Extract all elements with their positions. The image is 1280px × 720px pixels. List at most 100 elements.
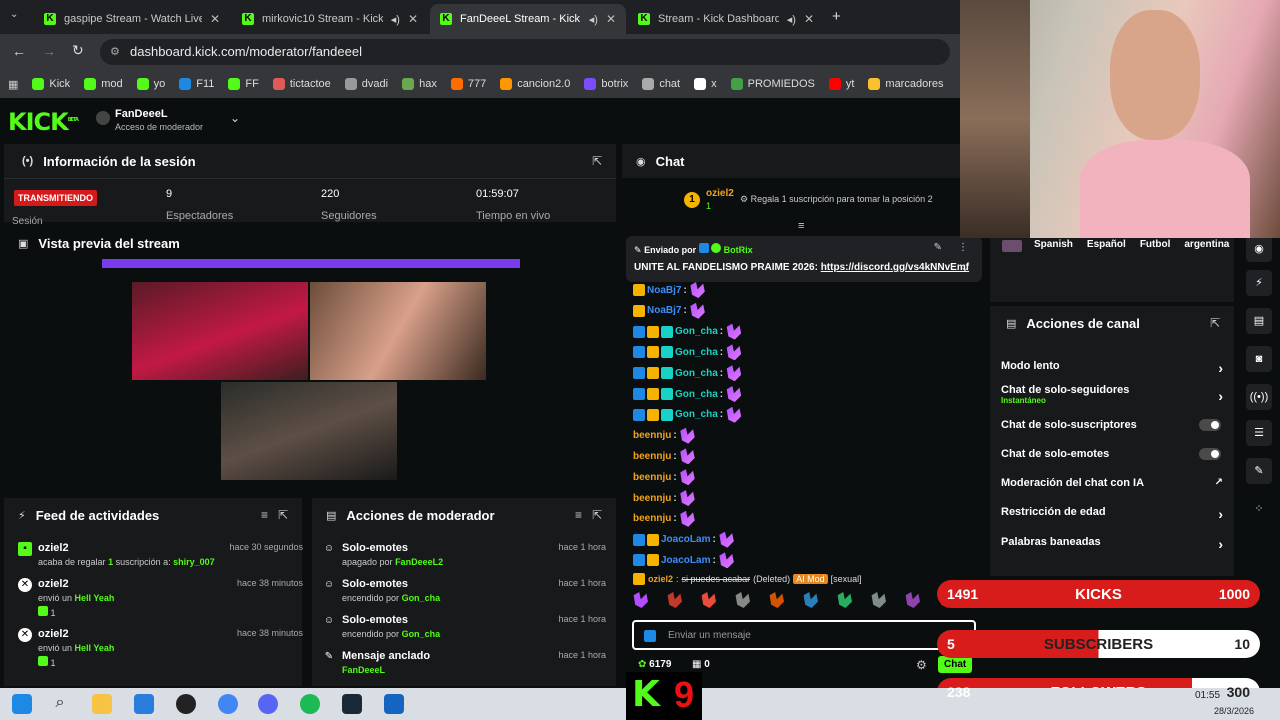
apps-icon[interactable]: ▦	[8, 78, 18, 91]
search-icon[interactable]: ⌕	[50, 694, 70, 714]
spotify-icon[interactable]	[300, 694, 320, 714]
chat-username[interactable]: beennju	[633, 430, 671, 441]
bookmark-item[interactable]: dvadi	[344, 78, 388, 90]
bookmark-item[interactable]: marcadores	[868, 78, 943, 90]
sidebar-layout-icon[interactable]: ☰	[1246, 420, 1272, 446]
chat-username[interactable]: beennju	[633, 513, 671, 524]
emote-icon[interactable]	[667, 592, 682, 608]
emote-icon[interactable]	[735, 592, 750, 608]
chat-username[interactable]: beennju	[633, 472, 671, 483]
bookmark-item[interactable]: mod	[84, 78, 123, 90]
filter-icon[interactable]: ≡	[261, 508, 268, 522]
chevron-down-icon[interactable]: ⌄	[230, 111, 240, 125]
chat-input[interactable]: Enviar un mensaje	[632, 620, 976, 650]
tag-chip[interactable]: Español	[1087, 239, 1126, 250]
bookmark-item[interactable]: PROMIEDOS	[730, 78, 815, 90]
start-icon[interactable]	[12, 694, 32, 714]
emote-picker-icon[interactable]	[644, 630, 656, 642]
points-counter[interactable]: ✿ 6179	[638, 659, 671, 670]
emote-icon[interactable]	[905, 592, 920, 608]
channel-action-row[interactable]: Palabras baneadas ›	[1001, 536, 1223, 552]
sidebar-camera-icon[interactable]: ◉	[1246, 236, 1272, 262]
popout-icon[interactable]: ⇱	[1210, 316, 1220, 330]
close-icon[interactable]: ✕	[408, 12, 418, 26]
forward-icon[interactable]: →	[42, 43, 56, 59]
chat-username[interactable]: Gon_cha	[675, 409, 718, 420]
channel-action-row[interactable]: Chat de solo-suscriptores	[1001, 419, 1223, 435]
popout-icon[interactable]: ⇱	[592, 154, 602, 168]
sidebar-live-icon[interactable]: ((•))	[1246, 384, 1272, 410]
tab-search-icon[interactable]: ⌄	[10, 9, 18, 20]
sidebar-chat-icon[interactable]: ◙	[1246, 346, 1272, 372]
filter-icon[interactable]: ≡	[575, 508, 582, 522]
emote-icon[interactable]	[701, 592, 716, 608]
tag-chip[interactable]: Futbol	[1140, 239, 1171, 250]
url-field[interactable]: ⚙ dashboard.kick.com/moderator/fandeeel	[100, 39, 950, 65]
outlook-icon[interactable]	[134, 694, 154, 714]
bookmark-item[interactable]: F11	[179, 78, 214, 90]
toggle-switch[interactable]	[1199, 419, 1221, 431]
bookmark-item[interactable]: tictactoe	[272, 78, 331, 90]
bookmark-item[interactable]: x	[694, 78, 717, 90]
chat-username[interactable]: JoacoLam	[661, 555, 710, 566]
channel-action-row[interactable]: Restricción de edad ›	[1001, 506, 1223, 522]
chat-username[interactable]: JoacoLam	[661, 534, 710, 545]
tab-gaspipe[interactable]: Kgaspipe Stream - Watch Live on ✕	[34, 4, 230, 34]
channel-action-row[interactable]: Chat de solo-emotes	[1001, 448, 1223, 464]
chat-username[interactable]: Gon_cha	[675, 347, 718, 358]
bookmark-item[interactable]: 777	[450, 78, 486, 90]
tag-chip[interactable]: argentina	[1184, 239, 1229, 250]
collapse-icon[interactable]: ≡	[798, 220, 804, 232]
kick-logo[interactable]: KICKBETA	[8, 108, 79, 136]
chat-username[interactable]: beennju	[633, 493, 671, 504]
gift-cta[interactable]: ⚙ Regala 1 suscripción para tomar la pos…	[740, 194, 933, 205]
bookmark-item[interactable]: FF	[228, 78, 259, 90]
emote-icon[interactable]	[803, 592, 818, 608]
bookmark-item[interactable]: cancion2.0	[500, 78, 570, 90]
chat-username[interactable]: Gon_cha	[675, 326, 718, 337]
chat-username[interactable]: Gon_cha	[675, 368, 718, 379]
tab-mirkovic10[interactable]: Kmirkovic10 Stream - Kick D ◂) ✕	[232, 4, 428, 34]
sidebar-tools-icon[interactable]: ✎	[1246, 458, 1272, 484]
pin-icon[interactable]: ✎	[934, 242, 942, 253]
sidebar-dots-icon[interactable]: ⁘	[1246, 496, 1272, 522]
top-gifter-name[interactable]: oziel2	[706, 188, 734, 199]
emote-icon[interactable]	[837, 592, 852, 608]
chrome-icon[interactable]	[218, 694, 238, 714]
popout-icon[interactable]: ⇱	[278, 508, 288, 522]
bookmark-item[interactable]: chat	[642, 78, 680, 90]
channel-action-row[interactable]: Modo lento ›	[1001, 360, 1223, 376]
more-icon[interactable]: ⋮	[958, 242, 968, 253]
explorer-icon[interactable]	[92, 694, 112, 714]
settings-icon[interactable]: ⚙	[916, 658, 927, 672]
tab-dashboard[interactable]: K Stream - Kick Dashboard ◂) ✕	[628, 4, 824, 34]
send-button[interactable]: Chat	[938, 656, 973, 673]
site-info-icon[interactable]: ⚙	[110, 39, 120, 65]
chat-username[interactable]: beennju	[633, 451, 671, 462]
chevron-down-icon[interactable]: ⌄	[960, 260, 970, 274]
emote-icon[interactable]	[633, 592, 648, 608]
app-icon[interactable]	[384, 694, 404, 714]
tab-fandeeel[interactable]: K FanDeeeL Stream - Kick Das ◂) ✕	[430, 4, 626, 34]
emote-icon[interactable]	[871, 592, 886, 608]
bookmark-item[interactable]: yt	[828, 78, 854, 90]
bookmark-item[interactable]: yo	[136, 78, 165, 90]
bookmark-item[interactable]: botrix	[584, 78, 628, 90]
steam-icon[interactable]	[342, 694, 362, 714]
tag-chip[interactable]: Spanish	[1034, 239, 1073, 250]
gifts-counter[interactable]: ▦ 0	[692, 659, 710, 670]
toggle-switch[interactable]	[1199, 448, 1221, 460]
channel-action-row[interactable]: Chat de solo-seguidores Instantáneo ›	[1001, 384, 1223, 405]
pinned-link[interactable]: https://discord.gg/vs4kNNvEmf	[821, 262, 969, 273]
back-icon[interactable]: ←	[12, 43, 26, 59]
close-icon[interactable]: ✕	[804, 12, 814, 26]
chat-username[interactable]: NoaBj7	[647, 285, 681, 296]
sidebar-bolt-icon[interactable]: ⚡	[1246, 270, 1272, 296]
close-icon[interactable]: ✕	[606, 12, 616, 26]
bookmark-item[interactable]: hax	[402, 78, 437, 90]
sidebar-doc-icon[interactable]: ▤	[1246, 308, 1272, 334]
obs-icon[interactable]	[176, 694, 196, 714]
chat-username[interactable]: NoaBj7	[647, 305, 681, 316]
close-icon[interactable]: ✕	[210, 12, 220, 26]
reload-icon[interactable]: ↻	[72, 42, 84, 59]
